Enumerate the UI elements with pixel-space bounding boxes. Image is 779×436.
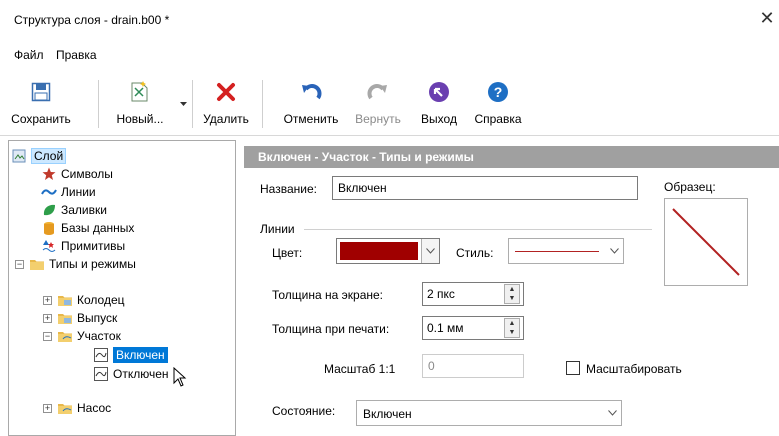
expand-icon[interactable]: + — [43, 296, 52, 305]
new-dropdown-button[interactable] — [176, 76, 190, 130]
folder-icon — [57, 311, 73, 325]
toolbar-separator — [262, 80, 263, 128]
tree-item-disabled[interactable]: Отключен — [93, 365, 169, 383]
undo-button[interactable]: Отменить — [276, 76, 346, 130]
panel-header: Включен - Участок - Типы и режимы — [244, 146, 779, 168]
tree-item-lines[interactable]: Линии — [41, 183, 96, 201]
tree-item-pump[interactable]: Насос — [57, 399, 111, 417]
menu-bar: Файл Правка — [0, 44, 779, 66]
name-label: Название: — [260, 182, 317, 196]
exit-icon — [412, 78, 466, 106]
style-label: Стиль: — [456, 246, 494, 260]
tree-item-enabled[interactable]: Включен — [93, 346, 168, 364]
exit-button[interactable]: Выход — [412, 76, 466, 130]
folder-icon — [57, 401, 73, 415]
toolbar: Сохранить Новый... Удалить Отменить Верн… — [0, 70, 779, 136]
line-style-dropdown[interactable] — [508, 238, 624, 264]
scale-field[interactable]: 0 — [422, 354, 524, 378]
print-thickness-label: Толщина при печати: — [272, 322, 390, 336]
help-button[interactable]: ? Справка — [466, 76, 530, 130]
tree-item-section[interactable]: Участок — [57, 327, 121, 345]
line-style-sample — [515, 251, 599, 252]
new-document-icon — [104, 78, 176, 106]
spinner-arrows-icon[interactable]: ▲ ▼ — [504, 318, 520, 338]
folder-icon — [57, 329, 73, 343]
layer-tree[interactable]: Слой Символы Линии Заливки Базы данных П… — [8, 140, 236, 436]
expand-icon[interactable]: + — [43, 314, 52, 323]
star-icon — [41, 167, 57, 181]
sample-label: Образец: — [664, 180, 716, 194]
undo-icon — [276, 78, 346, 106]
spinner-arrows-icon[interactable]: ▲ ▼ — [504, 284, 520, 304]
lines-group-label: Линии — [260, 222, 295, 236]
chevron-down-icon — [421, 239, 439, 263]
toolbar-separator — [98, 80, 99, 128]
tree-item-well[interactable]: Колодец — [57, 291, 125, 309]
name-field[interactable]: Включен — [332, 176, 638, 200]
line-style-icon — [93, 367, 109, 381]
window-title: Структура слоя - drain.b00 * — [14, 13, 170, 27]
toolbar-separator — [192, 80, 193, 128]
wave-icon — [41, 185, 57, 199]
title-bar: Структура слоя - drain.b00 * ✕ — [0, 0, 779, 38]
menu-file[interactable]: Файл — [14, 48, 44, 62]
fill-icon — [41, 203, 57, 217]
layer-icon — [11, 149, 27, 163]
menu-edit[interactable]: Правка — [56, 48, 97, 62]
color-picker[interactable] — [336, 238, 440, 264]
screen-thickness-spinner[interactable]: 2 пкс ▲ ▼ — [422, 282, 524, 306]
scale-checkbox[interactable] — [566, 361, 580, 375]
redo-button[interactable]: Вернуть — [346, 76, 410, 130]
delete-button[interactable]: Удалить — [196, 76, 256, 130]
tree-item-types-modes[interactable]: Типы и режимы — [29, 255, 136, 273]
print-thickness-spinner[interactable]: 0.1 мм ▲ ▼ — [422, 316, 524, 340]
folder-icon — [29, 257, 45, 271]
tree-item-layer[interactable]: Слой — [11, 147, 67, 165]
screen-thickness-label: Толщина на экране: — [272, 288, 384, 302]
state-dropdown[interactable]: Включен — [356, 400, 622, 426]
group-divider — [304, 229, 652, 230]
chevron-down-icon — [176, 90, 190, 118]
help-icon: ? — [466, 78, 530, 106]
redo-icon — [346, 78, 410, 106]
mouse-cursor-icon — [173, 366, 187, 390]
new-button[interactable]: Новый... — [104, 76, 176, 130]
expand-icon[interactable]: + — [43, 404, 52, 413]
scale-label: Масштаб 1:1 — [324, 362, 396, 376]
close-icon[interactable]: ✕ — [755, 6, 779, 30]
color-swatch — [340, 242, 418, 260]
tree-item-fills[interactable]: Заливки — [41, 201, 107, 219]
tree-item-symbols[interactable]: Символы — [41, 165, 113, 183]
delete-icon — [196, 78, 256, 106]
database-icon — [41, 221, 57, 235]
tree-item-databases[interactable]: Базы данных — [41, 219, 134, 237]
svg-text:?: ? — [494, 84, 503, 100]
collapse-icon[interactable]: − — [43, 332, 52, 341]
scale-checkbox-label: Масштабировать — [586, 362, 682, 376]
chevron-down-icon — [605, 239, 623, 263]
line-style-icon — [93, 348, 109, 362]
collapse-icon[interactable]: − — [15, 260, 24, 269]
save-button[interactable]: Сохранить — [8, 76, 74, 130]
tree-item-outlet[interactable]: Выпуск — [57, 309, 117, 327]
properties-panel: Включен - Участок - Типы и режимы Назван… — [244, 146, 779, 436]
chevron-down-icon — [603, 401, 621, 425]
color-label: Цвет: — [272, 246, 303, 260]
save-icon — [8, 78, 74, 106]
folder-icon — [57, 293, 73, 307]
state-label: Состояние: — [272, 404, 336, 418]
tree-item-primitives[interactable]: Примитивы — [41, 237, 125, 255]
primitives-icon — [41, 239, 57, 253]
line-sample-preview — [664, 198, 748, 286]
